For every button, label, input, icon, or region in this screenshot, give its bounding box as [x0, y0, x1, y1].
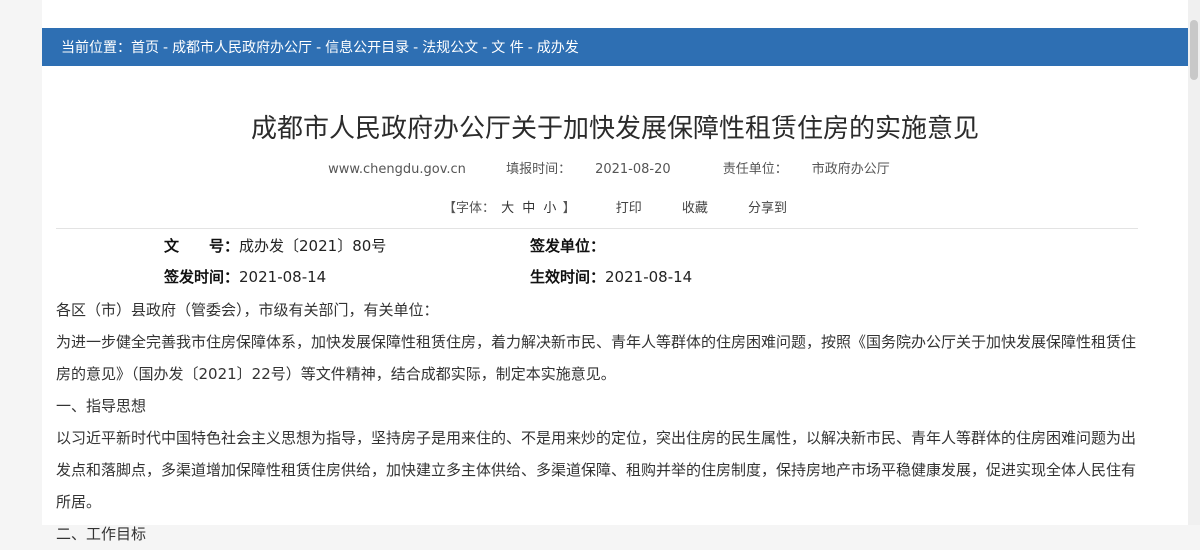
- breadcrumb-chengbanfa[interactable]: 成办发: [537, 40, 579, 56]
- effective-date: 生效时间：2021-08-14: [530, 266, 692, 287]
- issuer-label: 签发单位：: [530, 237, 606, 255]
- breadcrumb-separator: -: [527, 40, 533, 56]
- breadcrumb-separator: -: [482, 40, 488, 56]
- font-large-button[interactable]: 大: [501, 201, 514, 216]
- report-date: 填报时间： 2021-08-20: [494, 162, 683, 177]
- body-paragraph: 各区（市）县政府（管委会），市级有关部门，有关单位：: [56, 301, 439, 319]
- issue-date-value: 2021-08-14: [239, 268, 327, 286]
- page-title: 成都市人民政府办公厅关于加快发展保障性租赁住房的实施意见: [250, 114, 979, 144]
- breadcrumb-documents[interactable]: 文 件: [491, 40, 523, 56]
- print-button[interactable]: 打印: [616, 201, 642, 216]
- breadcrumb-prefix: 当前位置：: [61, 40, 131, 56]
- responsible-unit: 责任单位： 市政府办公厅: [711, 162, 902, 177]
- body-paragraph: 为进一步健全完善我市住房保障体系，加快发展保障性租赁住房，着力解决新市民、青年人…: [56, 333, 1137, 383]
- report-date-label: 填报时间：: [506, 162, 572, 177]
- breadcrumb: 当前位置：首页 - 成都市人民政府办公厅 - 信息公开目录 - 法规公文 - 文 件 - 成办发: [61, 37, 579, 57]
- font-small-button[interactable]: 小: [543, 201, 556, 216]
- section-heading: 二、工作目标: [56, 525, 147, 543]
- issuer: 签发单位：: [530, 235, 605, 256]
- favorite-button[interactable]: 收藏: [682, 201, 708, 216]
- page-scrollbar[interactable]: [1188, 0, 1200, 525]
- font-medium-button[interactable]: 中: [522, 201, 535, 216]
- effective-date-value: 2021-08-14: [605, 268, 693, 286]
- breadcrumb-bar: 当前位置：首页 - 成都市人民政府办公厅 - 信息公开目录 - 法规公文 - 文 件 - 成办发: [42, 28, 1188, 66]
- page-container: 当前位置：首页 - 成都市人民政府办公厅 - 信息公开目录 - 法规公文 - 文 件 - 成办发 成…: [42, 0, 1188, 543]
- issue-date: 签发时间：2021-08-14: [164, 266, 326, 287]
- body-paragraph: 以习近平新时代中国特色社会主义思想为指导，坚持房子是用来住的、不是用来炒的定位，…: [56, 429, 1137, 511]
- effective-date-label: 生效时间：: [530, 268, 606, 286]
- report-date-value: 2021-08-20: [595, 162, 671, 177]
- breadcrumb-office[interactable]: 成都市人民政府办公厅: [172, 40, 312, 56]
- responsible-unit-label: 责任单位：: [722, 162, 788, 177]
- issue-date-label: 签发时间：: [164, 268, 240, 286]
- article-body: 各区（市）县政府（管委会），市级有关部门，有关单位： 为进一步健全完善我市住房保…: [56, 294, 1136, 550]
- doc-number-value: 成办发〔2021〕80号: [239, 237, 387, 255]
- font-size-control: 【字体： 大 中 小 】: [443, 201, 580, 216]
- breadcrumb-separator: -: [413, 40, 419, 56]
- scrollbar-thumb[interactable]: [1190, 20, 1198, 80]
- breadcrumb-regulations[interactable]: 法规公文: [422, 40, 478, 56]
- section-heading: 一、指导思想: [56, 397, 147, 415]
- breadcrumb-home[interactable]: 首页: [131, 40, 159, 56]
- breadcrumb-separator: -: [163, 40, 169, 56]
- article-toolbar: 【字体： 大 中 小 】 打印 收藏 分享到: [42, 197, 1188, 216]
- share-button[interactable]: 分享到: [748, 201, 787, 216]
- site-url: www.chengdu.gov.cn: [328, 162, 466, 177]
- font-size-open: 【字体：: [442, 201, 495, 216]
- doc-number-label: 文 号：: [164, 237, 240, 255]
- responsible-unit-value: 市政府办公厅: [811, 162, 890, 177]
- breadcrumb-info-catalog[interactable]: 信息公开目录: [325, 40, 409, 56]
- breadcrumb-separator: -: [316, 40, 322, 56]
- font-size-close: 】: [562, 201, 576, 216]
- doc-number: 文 号：成办发〔2021〕80号: [164, 235, 386, 256]
- divider: [56, 228, 1138, 229]
- article-meta: www.chengdu.gov.cn 填报时间： 2021-08-20 责任单位：…: [42, 158, 1188, 177]
